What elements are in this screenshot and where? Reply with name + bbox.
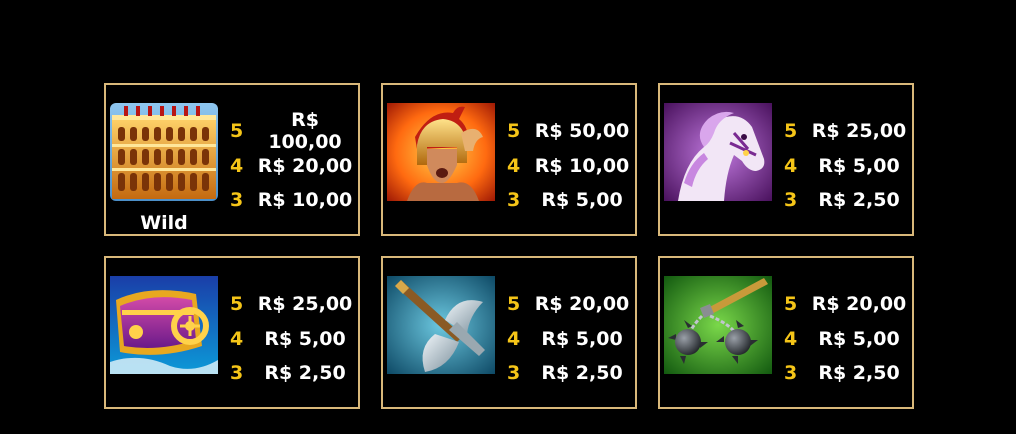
symbol-count: 4 (230, 154, 244, 177)
payout-row: 5 R$ 50,00 (507, 114, 633, 149)
wild-label: Wild (140, 212, 188, 234)
payout-row: 5 R$ 20,00 (507, 287, 633, 322)
payout-amount: R$ 2,50 (541, 362, 623, 385)
flail-icon (664, 276, 772, 374)
symbol-count: 3 (784, 362, 798, 385)
payout-amount: R$ 5,00 (541, 327, 623, 350)
symbol-count: 5 (784, 293, 798, 316)
payout-amount: R$ 100,00 (268, 109, 342, 154)
payout-list: 5 R$ 50,00 4 R$ 10,00 3 R$ 5,00 (507, 114, 633, 218)
paytable-card-horse: 5 R$ 25,00 4 R$ 5,00 3 R$ 2,50 (658, 83, 914, 236)
payout-list: 5 R$ 25,00 4 R$ 5,00 3 R$ 2,50 (784, 114, 910, 218)
paytable-card-chariot: 5 R$ 25,00 4 R$ 5,00 3 R$ 2,50 (104, 256, 360, 409)
payout-amount: R$ 25,00 (257, 293, 353, 316)
payout-row: 3 R$ 2,50 (784, 183, 910, 218)
payout-amount: R$ 2,50 (818, 362, 900, 385)
symbol-count: 4 (507, 327, 521, 350)
paytable-card-axe: 5 R$ 20,00 4 R$ 5,00 3 R$ 2,50 (381, 256, 637, 409)
symbol-count: 3 (230, 189, 244, 212)
payout-amount: R$ 5,00 (541, 189, 623, 212)
paytable-card-colosseum: Wild 5 R$ 100,00 4 R$ 20,00 3 R$ 10,00 (104, 83, 360, 236)
payout-row: 4 R$ 5,00 (230, 322, 356, 357)
payout-amount: R$ 2,50 (264, 362, 346, 385)
payout-row: 5 R$ 25,00 (230, 287, 356, 322)
payout-amount: R$ 50,00 (534, 120, 630, 143)
paytable-card-flail: 5 R$ 20,00 4 R$ 5,00 3 R$ 2,50 (658, 256, 914, 409)
payout-amount: R$ 2,50 (818, 189, 900, 212)
payout-amount: R$ 10,00 (257, 189, 353, 212)
payout-amount: R$ 20,00 (534, 293, 630, 316)
symbol-count: 4 (784, 327, 798, 350)
symbol-count: 5 (507, 120, 521, 143)
payout-amount: R$ 20,00 (257, 154, 353, 177)
symbol-count: 5 (507, 293, 521, 316)
payout-amount: R$ 5,00 (264, 327, 346, 350)
symbol-count: 5 (230, 293, 244, 316)
symbol-count: 5 (230, 120, 244, 143)
symbol-count: 4 (507, 154, 521, 177)
payout-amount: R$ 20,00 (811, 293, 907, 316)
payout-amount: R$ 5,00 (818, 154, 900, 177)
symbol-count: 4 (784, 154, 798, 177)
symbol-count: 3 (230, 362, 244, 385)
payout-row: 4 R$ 5,00 (784, 322, 910, 357)
battle-axe-icon (387, 276, 495, 374)
chariot-icon (110, 276, 218, 374)
payout-row: 4 R$ 20,00 (230, 149, 356, 184)
payout-list: 5 R$ 20,00 4 R$ 5,00 3 R$ 2,50 (784, 287, 910, 391)
payout-row: 4 R$ 5,00 (507, 322, 633, 357)
payout-row: 3 R$ 5,00 (507, 183, 633, 218)
symbol-count: 3 (507, 362, 521, 385)
symbol-count: 3 (784, 189, 798, 212)
payout-row: 4 R$ 10,00 (507, 149, 633, 184)
payout-row: 4 R$ 5,00 (784, 149, 910, 184)
payout-amount: R$ 25,00 (811, 120, 907, 143)
symbol-count: 3 (507, 189, 521, 212)
symbol-count: 5 (784, 120, 798, 143)
payout-list: 5 R$ 100,00 4 R$ 20,00 3 R$ 10,00 (230, 109, 356, 218)
payout-list: 5 R$ 25,00 4 R$ 5,00 3 R$ 2,50 (230, 287, 356, 391)
payout-list: 5 R$ 20,00 4 R$ 5,00 3 R$ 2,50 (507, 287, 633, 391)
payout-amount: R$ 10,00 (534, 154, 630, 177)
payout-row: 3 R$ 10,00 (230, 183, 356, 218)
payout-row: 5 R$ 25,00 (784, 114, 910, 149)
payout-row: 5 R$ 20,00 (784, 287, 910, 322)
paytable-card-gladiator: 5 R$ 50,00 4 R$ 10,00 3 R$ 5,00 (381, 83, 637, 236)
payout-row: 3 R$ 2,50 (507, 356, 633, 391)
payout-row: 5 R$ 100,00 (230, 109, 356, 153)
horse-icon (664, 103, 772, 201)
payout-row: 3 R$ 2,50 (230, 356, 356, 391)
payout-amount: R$ 5,00 (818, 327, 900, 350)
payout-row: 3 R$ 2,50 (784, 356, 910, 391)
gladiator-helmet-icon (387, 103, 495, 201)
colosseum-icon (110, 103, 218, 201)
symbol-count: 4 (230, 327, 244, 350)
